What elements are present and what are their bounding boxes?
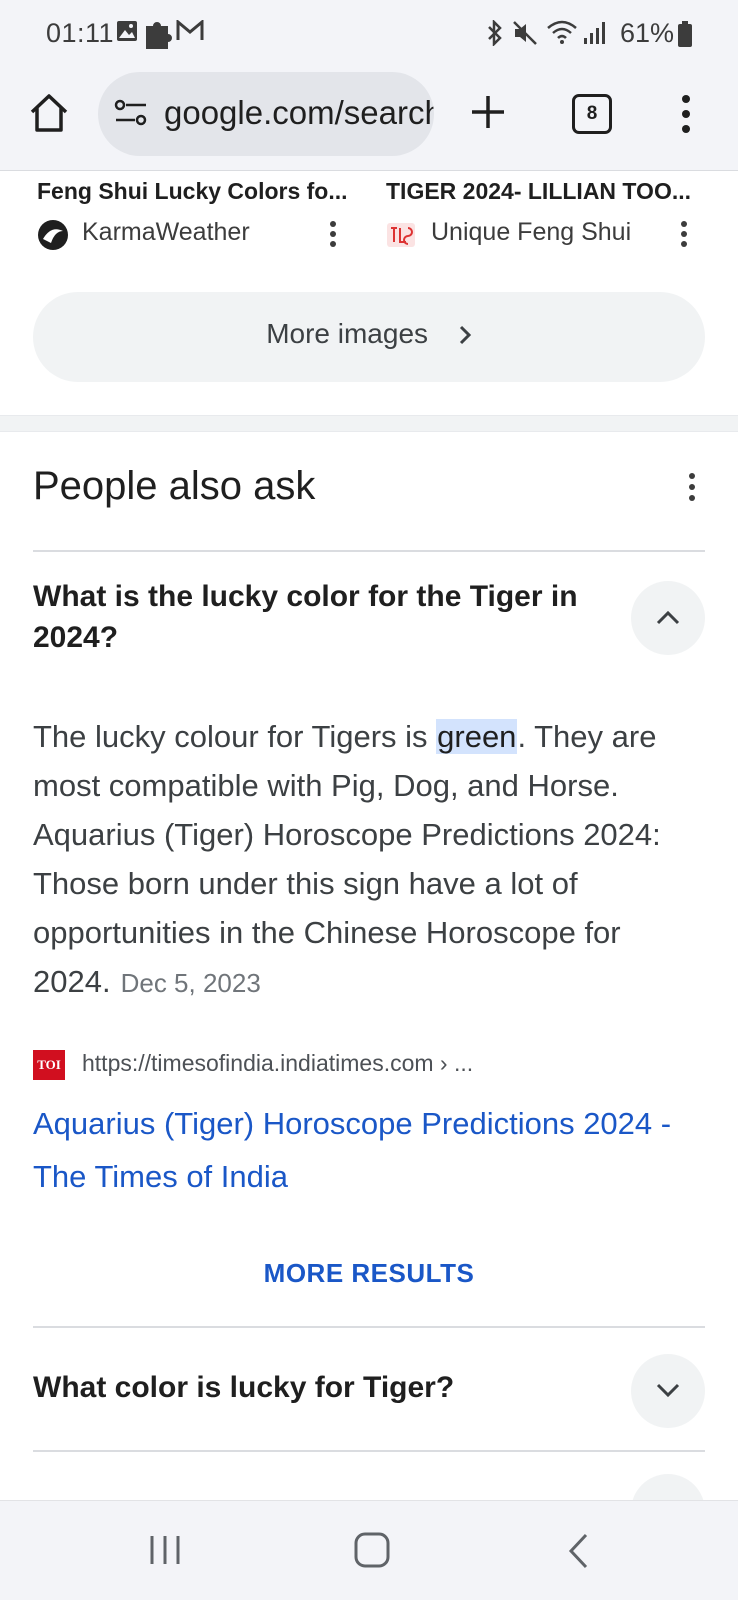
image-source[interactable]: Unique Feng Shui [431, 218, 631, 247]
chevron-down-icon [656, 1383, 680, 1398]
answer-text-part: . They are most compatible with Pig, Dog… [33, 719, 661, 999]
image-icon [117, 21, 137, 41]
address-bar[interactable]: google.com/search [98, 72, 434, 156]
people-also-ask-title: People also ask [33, 464, 316, 508]
chevron-right-icon [459, 325, 471, 345]
more-images-button[interactable]: More images [33, 292, 705, 382]
answer-date: Dec 5, 2023 [120, 968, 261, 998]
menu-icon[interactable] [680, 94, 692, 134]
more-options-icon[interactable] [680, 220, 688, 248]
collapse-button[interactable] [631, 581, 705, 655]
divider [33, 550, 705, 552]
recent-apps-icon[interactable] [148, 1534, 182, 1566]
divider [33, 1326, 705, 1328]
toi-logo: TOI [33, 1050, 65, 1080]
chevron-up-icon [656, 610, 680, 625]
site-settings-icon[interactable] [114, 98, 148, 128]
back-icon[interactable] [566, 1532, 590, 1570]
battery-icon [678, 21, 692, 47]
answer-text: The lucky colour for Tigers is green. Th… [33, 712, 713, 1008]
system-nav-bar [0, 1500, 738, 1600]
expand-button[interactable] [631, 1354, 705, 1428]
signal-icon [584, 22, 605, 44]
tabs-button[interactable]: 8 [572, 94, 612, 134]
divider [33, 1450, 705, 1452]
status-time: 01:11 [46, 18, 115, 48]
home-nav-icon[interactable] [354, 1532, 390, 1568]
image-source[interactable]: KarmaWeather [82, 218, 250, 247]
karmaweather-logo-icon [38, 220, 68, 250]
new-tab-icon[interactable] [470, 94, 506, 130]
question-collapsed[interactable]: What color is lucky for Tiger? [33, 1371, 454, 1405]
status-bar: 01:11 61% [0, 0, 738, 70]
more-options-icon[interactable] [688, 472, 696, 502]
url-text[interactable]: google.com/search [164, 94, 434, 132]
mute-icon [513, 21, 537, 45]
question-expanded[interactable]: What is the lucky color for the Tiger in… [33, 576, 593, 658]
home-icon[interactable] [28, 92, 70, 134]
source-url[interactable]: https://timesofindia.indiatimes.com › ..… [82, 1050, 473, 1077]
bluetooth-icon [488, 20, 502, 46]
image-caption[interactable]: TIGER 2024- LILLIAN TOO... [386, 178, 691, 205]
result-link[interactable]: Aquarius (Tiger) Horoscope Predictions 2… [33, 1097, 723, 1203]
answer-text-part: The lucky colour for Tigers is [33, 719, 437, 754]
gmail-icon [176, 20, 204, 40]
unique-feng-shui-logo-icon [387, 223, 415, 247]
wifi-icon [547, 20, 577, 44]
answer-highlight: green [436, 719, 518, 754]
puzzle-icon [146, 22, 172, 49]
battery-percent: 61% [620, 18, 675, 48]
image-caption[interactable]: Feng Shui Lucky Colors fo... [37, 178, 348, 205]
more-images-label: More images [266, 318, 429, 349]
more-results-button[interactable]: MORE RESULTS [0, 1258, 738, 1289]
more-options-icon[interactable] [329, 220, 337, 248]
section-divider [0, 415, 738, 432]
browser-toolbar: google.com/search 8 [0, 70, 738, 171]
